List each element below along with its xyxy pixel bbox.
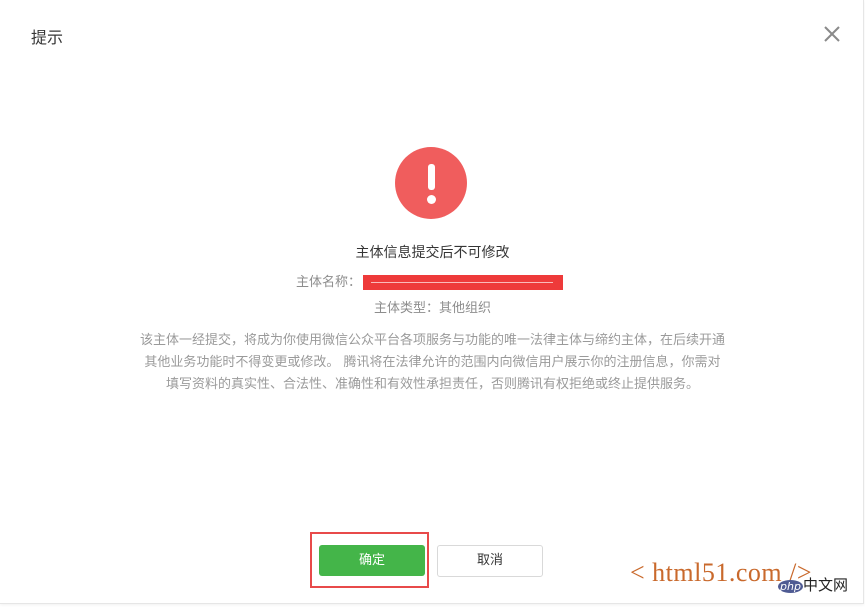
dialog-description: 该主体一经提交，将成为你使用微信公众平台各项服务与功能的唯一法律主体与缔约主体，… <box>110 330 755 396</box>
description-line: 填写资料的真实性、合法性、准确性和有效性承担责任，否则腾讯有权拒绝或终止提供服务… <box>165 377 699 392</box>
entity-type: 主体类型：其他组织 <box>373 301 491 316</box>
cancel-button[interactable]: 取消 <box>437 545 543 577</box>
watermark-cn-text: 中文网 <box>802 576 848 594</box>
redacted-entity-name <box>363 275 564 290</box>
confirm-dialog: 提示 主体信息提交后不可修改 主体名称： 主体类型：其他组织 该主体一经提交，将… <box>0 0 864 604</box>
close-icon[interactable] <box>820 22 844 46</box>
entity-name-row: 主体名称： <box>296 275 564 291</box>
php-logo: php <box>778 580 803 593</box>
description-line: 该主体一经提交，将成为你使用微信公众平台各项服务与功能的唯一法律主体与缔约主体，… <box>139 333 725 348</box>
entity-name-label: 主体名称： <box>296 275 362 290</box>
confirm-button[interactable]: 确定 <box>319 545 425 576</box>
dialog-title: 提示 <box>31 28 64 47</box>
exclamation-circle-icon <box>395 147 467 219</box>
dialog-headline: 主体信息提交后不可修改 <box>355 245 510 261</box>
description-line: 其他业务功能时不得变更或修改。 腾讯将在法律允许的范围内向微信用户展示你的注册信… <box>144 355 721 370</box>
watermark-php-cn: php 中文网 <box>778 574 848 595</box>
